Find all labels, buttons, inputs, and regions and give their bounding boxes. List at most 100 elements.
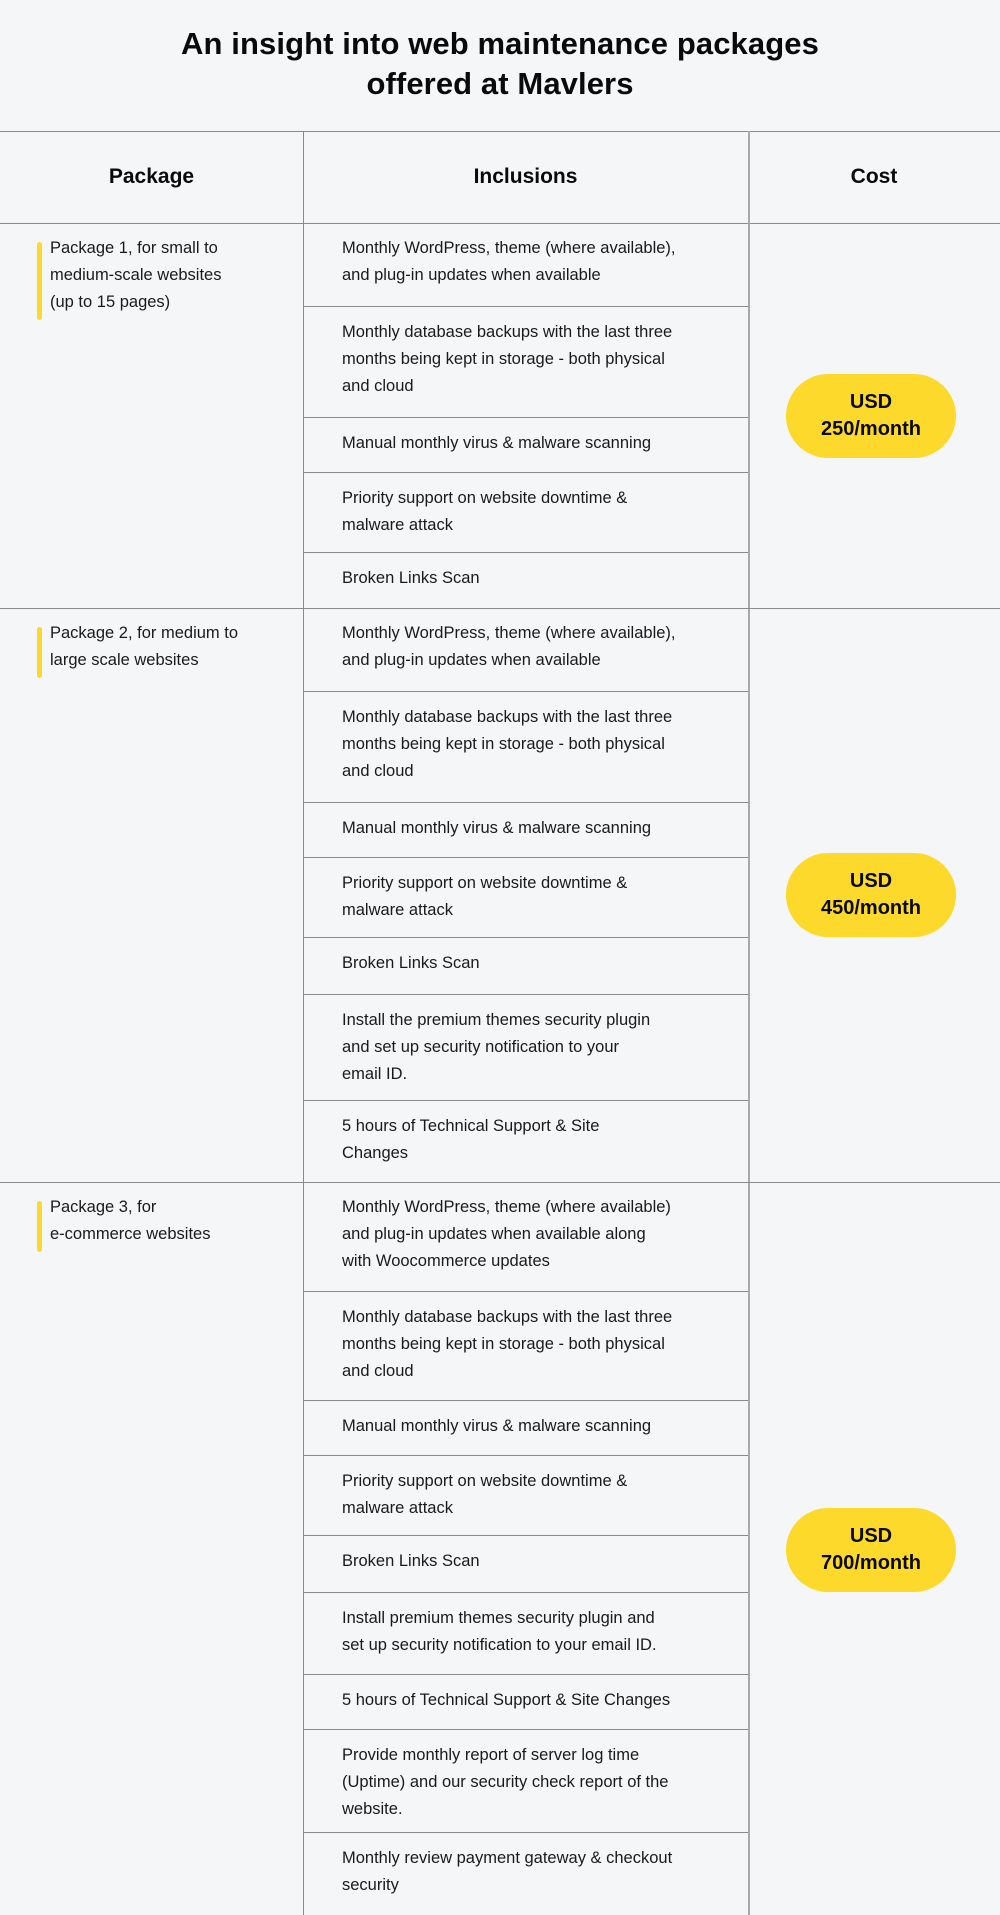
package-label: Package 2, for medium to large scale webs… [37,620,290,678]
inclusion-line: Manual monthly virus & malware scanning [342,819,652,837]
inclusion-line: Priority support on website downtime & [342,1472,628,1490]
inclusion-line: 5 hours of Technical Support & Site [342,1117,600,1135]
package-label: Package 1, for small to medium-scale webs… [37,235,290,320]
inclusion-text: Monthly database backups with the last t… [342,1304,717,1385]
inclusion-row: 5 hours of Technical Support & Site Chang… [303,1100,748,1182]
inclusion-line: with Woocommerce updates [342,1252,550,1270]
inclusion-row: Broken Links Scan [303,937,748,994]
inclusion-line: malware attack [342,1499,453,1517]
package-label: Package 3, for e-commerce websites [37,1194,290,1252]
inclusion-row: Priority support on website downtime & ma… [303,857,748,937]
inclusion-line: Priority support on website downtime & [342,489,628,507]
package-label-line: (up to 15 pages) [50,293,171,311]
cost-currency: USD [849,1525,893,1547]
inclusion-line: Priority support on website downtime & [342,874,628,892]
cost-amount: 450/month [820,897,922,919]
accent-bar [37,242,42,320]
cost-currency: USD [849,870,893,892]
inclusion-text: Monthly database backups with the last t… [342,704,717,785]
cost-amount: 250/month [820,418,922,440]
inclusion-text: Priority support on website downtime & ma… [342,870,717,924]
column-header-inclusions: Inclusions [473,165,578,188]
inclusion-line: and set up security notification to your [342,1038,619,1056]
inclusion-line: website. [342,1800,403,1818]
inclusion-line: security [342,1876,399,1894]
inclusion-line: Install the premium themes security plug… [342,1011,651,1029]
inclusion-row: Provide monthly report of server log tim… [303,1729,748,1832]
page-title-line-1: An insight into web maintenance packages [181,26,819,61]
inclusion-line: Broken Links Scan [342,569,480,587]
inclusion-text: Manual monthly virus & malware scanning [342,1413,717,1440]
column-header-package: Package [108,165,195,188]
package-label-line: medium-scale websites [50,266,222,284]
inclusion-line: and plug-in updates when available [342,651,601,669]
page-title: An insight into web maintenance packages… [0,24,1000,104]
inclusion-text: Priority support on website downtime & ma… [342,1468,717,1522]
inclusion-row: Monthly database backups with the last t… [303,1291,748,1400]
inclusion-line: Monthly WordPress, theme (where availabl… [342,239,676,257]
inclusion-line: Changes [342,1144,409,1162]
inclusion-line: email ID. [342,1065,408,1083]
column-header-cost: Cost [850,165,898,188]
package-label-line: Package 1, for small to [50,239,218,257]
inclusion-line: Monthly WordPress, theme (where availabl… [342,1198,671,1216]
inclusion-line: Monthly WordPress, theme (where availabl… [342,624,676,642]
inclusion-line: Monthly database backups with the last t… [342,708,673,726]
inclusion-line: Manual monthly virus & malware scanning [342,434,652,452]
inclusion-text: Monthly WordPress, theme (where availabl… [342,235,717,289]
package-label-line: Package 2, for medium to [50,624,239,642]
inclusion-row: Monthly WordPress, theme (where availabl… [303,223,748,306]
cost-badge: USD 450/month [786,853,956,937]
inclusion-line: Broken Links Scan [342,1552,480,1570]
inclusion-line: (Uptime) and our security check report o… [342,1773,669,1791]
inclusion-line: Broken Links Scan [342,954,480,972]
inclusion-text: Broken Links Scan [342,565,717,592]
inclusion-text: Priority support on website downtime & ma… [342,485,717,539]
inclusion-text: Monthly review payment gateway & checkou… [342,1845,717,1899]
cost-badge: USD 700/month [786,1508,956,1592]
package-label-line: Package 3, for [50,1198,157,1216]
package-label-line: e-commerce websites [50,1225,211,1243]
inclusion-text: Monthly database backups with the last t… [342,319,717,400]
inclusion-text: Monthly WordPress, theme (where availabl… [342,620,717,674]
inclusion-row: 5 hours of Technical Support & Site Chan… [303,1674,748,1729]
inclusion-line: months being kept in storage - both phys… [342,350,665,368]
inclusion-row: Manual monthly virus & malware scanning [303,1400,748,1455]
cost-amount: 700/month [820,1552,922,1574]
inclusion-text: Install the premium themes security plug… [342,1007,717,1088]
inclusion-line: and cloud [342,762,414,780]
inclusion-row: Install the premium themes security plug… [303,994,748,1100]
inclusion-text: Install premium themes security plugin a… [342,1605,717,1659]
inclusion-row: Priority support on website downtime & ma… [303,1455,748,1535]
inclusion-row: Monthly database backups with the last t… [303,306,748,417]
inclusion-line: Manual monthly virus & malware scanning [342,1417,652,1435]
inclusion-line: set up security notification to your ema… [342,1636,657,1654]
inclusion-row: Monthly WordPress, theme (where availabl… [303,608,748,691]
inclusion-line: Monthly database backups with the last t… [342,323,673,341]
cost-badge: USD 250/month [786,374,956,458]
inclusion-text: Provide monthly report of server log tim… [342,1742,717,1823]
inclusion-line: and cloud [342,1362,414,1380]
inclusion-line: Monthly review payment gateway & checkou… [342,1849,673,1867]
inclusion-line: malware attack [342,901,453,919]
inclusion-line: months being kept in storage - both phys… [342,1335,665,1353]
inclusion-text: 5 hours of Technical Support & Site Chang… [342,1113,717,1167]
inclusion-line: and cloud [342,377,414,395]
cost-currency: USD [849,391,893,413]
inclusion-line: 5 hours of Technical Support & Site Chan… [342,1691,671,1709]
inclusion-text: Broken Links Scan [342,950,717,977]
column-divider-right [748,131,750,1915]
accent-bar [37,1201,42,1252]
inclusion-text: Manual monthly virus & malware scanning [342,430,717,457]
inclusion-line: Monthly database backups with the last t… [342,1308,673,1326]
inclusion-row: Monthly database backups with the last t… [303,691,748,802]
inclusion-text: Broken Links Scan [342,1548,717,1575]
inclusion-text: Manual monthly virus & malware scanning [342,815,717,842]
inclusion-row: Monthly review payment gateway & checkou… [303,1832,748,1915]
inclusion-row: Broken Links Scan [303,552,748,608]
inclusion-row: Priority support on website downtime & ma… [303,472,748,552]
package-label-line: large scale websites [50,651,199,669]
inclusion-text: 5 hours of Technical Support & Site Chan… [342,1687,717,1714]
inclusion-text: Monthly WordPress, theme (where availabl… [342,1194,717,1275]
inclusion-line: and plug-in updates when available along [342,1225,646,1243]
